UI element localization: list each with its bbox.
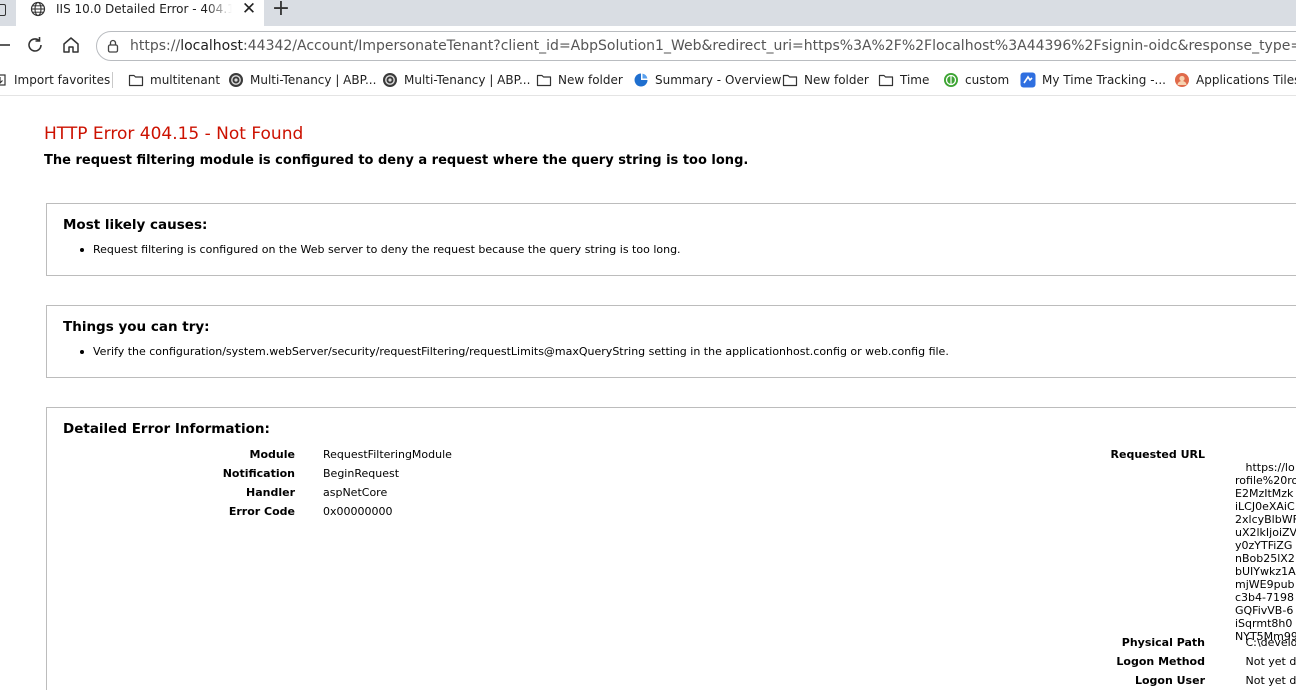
list-item: Verify the configuration/system.webServe…	[80, 345, 949, 358]
url-line: https://lo	[1235, 461, 1295, 474]
home-icon[interactable]	[60, 34, 82, 56]
likely-causes-section: Most likely causes: Request filtering is…	[46, 203, 1296, 276]
favorite-label: Multi-Tenancy | ABP...	[250, 73, 377, 87]
error-title: HTTP Error 404.15 - Not Found	[44, 124, 304, 144]
site-info-lock-icon[interactable]	[105, 38, 121, 54]
summary-overview-icon	[634, 73, 648, 87]
likely-causes-list: Request filtering is configured on the W…	[80, 243, 681, 257]
globe-icon	[30, 1, 46, 17]
module-label: Module	[249, 448, 295, 461]
requested-url-value: https://lo rofile%20ro E2MzItMzk iLCJ0eXAiC…	[1235, 461, 1296, 643]
things-to-try-section: Things you can try: Verify the configura…	[46, 305, 1296, 378]
previous-tab-sliver[interactable]	[0, 0, 14, 26]
url-line: iSqrmt8h0	[1235, 617, 1293, 630]
navigation-bar: https://localhost:44342/Account/Imperson…	[0, 26, 1296, 64]
url-line: nBob25lX2	[1235, 552, 1295, 565]
address-bar[interactable]: https://localhost:44342/Account/Imperson…	[96, 31, 1296, 61]
abp-logo-icon	[229, 73, 243, 87]
url-line: c3b4-7198	[1235, 591, 1294, 604]
favorites-separator	[112, 72, 113, 88]
time-tracking-icon	[1020, 72, 1036, 88]
things-to-try-list: Verify the configuration/system.webServe…	[80, 345, 949, 359]
physical-path-text: C:\develo	[1245, 636, 1296, 649]
url-text[interactable]: https://localhost:44342/Account/Imperson…	[130, 37, 1296, 55]
folder-icon	[878, 74, 894, 87]
favorite-label: multitenant	[150, 73, 221, 87]
reload-icon[interactable]	[24, 34, 46, 56]
notification-value: BeginRequest	[323, 467, 400, 480]
url-line: E2MzItMzk	[1235, 487, 1294, 500]
requested-url-label: Requested URL	[1110, 448, 1205, 461]
favorite-label: Time	[900, 73, 930, 87]
detailed-error-section: Detailed Error Information: Module Reque…	[46, 407, 1296, 690]
favorites-bar: Import favorites multitenant Multi-Tenan…	[0, 64, 1296, 96]
favorite-label: Multi-Tenancy | ABP...	[404, 73, 531, 87]
list-item: Request filtering is configured on the W…	[80, 243, 681, 256]
page-content: HTTP Error 404.15 - Not Found The reques…	[0, 97, 1296, 690]
url-line: uX2lkIjoiZV	[1235, 526, 1296, 539]
folder-icon	[536, 74, 552, 87]
logon-user-value: Not yet d	[1235, 674, 1296, 688]
url-rest: :44342/Account/ImpersonateTenant?client_…	[243, 38, 1296, 54]
logon-method-text: Not yet d	[1245, 655, 1296, 668]
notification-label: Notification	[222, 467, 295, 480]
applications-tiles-icon	[1175, 73, 1189, 87]
favorite-label: Applications Tiles -	[1196, 73, 1296, 87]
logon-user-label: Logon User	[1134, 674, 1205, 687]
physical-path-value: C:\develo	[1235, 636, 1296, 650]
logon-method-label: Logon Method	[1116, 655, 1205, 668]
custom-green-icon	[944, 73, 958, 87]
tab-strip: IIS 10.0 Detailed Error - 404.15 - Not F…	[0, 0, 1296, 26]
favorite-label: New folder	[558, 73, 623, 87]
detailed-error-heading: Detailed Error Information:	[63, 421, 270, 437]
logon-user-text: Not yet d	[1245, 674, 1296, 687]
folder-icon	[128, 74, 144, 87]
url-line: GQFivVB-6	[1235, 604, 1294, 617]
url-line: iLCJ0eXAiC	[1235, 500, 1295, 513]
error-code-value: 0x00000000	[323, 505, 393, 518]
module-value: RequestFilteringModule	[323, 448, 452, 461]
url-line: bUIYwkz1A	[1235, 565, 1296, 578]
url-prefix: https://	[130, 38, 181, 54]
favorite-label: My Time Tracking -...	[1042, 73, 1166, 87]
back-arrow-icon[interactable]	[0, 34, 14, 56]
handler-value: aspNetCore	[323, 486, 388, 499]
abp-logo-icon	[383, 73, 397, 87]
import-favorites-icon	[0, 74, 6, 86]
favorite-label: custom	[965, 73, 1010, 87]
url-line: y0zYTFiZG	[1235, 539, 1293, 552]
url-line: rofile%20ro	[1235, 474, 1296, 487]
error-code-label: Error Code	[228, 505, 295, 518]
favorite-label: Summary - Overview	[655, 73, 782, 87]
tab-title: IIS 10.0 Detailed Error - 404.15 - Not F…	[56, 2, 232, 16]
url-line: mjWE9pub	[1235, 578, 1295, 591]
physical-path-label: Physical Path	[1121, 636, 1205, 649]
favorite-label: New folder	[804, 73, 869, 87]
handler-label: Handler	[246, 486, 295, 499]
things-to-try-heading: Things you can try:	[63, 319, 210, 335]
error-description: The request filtering module is configur…	[44, 153, 749, 168]
url-host: localhost	[180, 38, 244, 54]
url-line: 2xlcyBlbWF	[1235, 513, 1296, 526]
favorite-label: Import favorites	[14, 73, 111, 87]
logon-method-value: Not yet d	[1235, 655, 1296, 669]
new-tab-button[interactable]: +	[270, 0, 292, 20]
folder-icon	[782, 74, 798, 87]
tab-actions-icon	[0, 4, 6, 16]
close-tab-button[interactable]: ✕	[240, 0, 258, 18]
active-tab[interactable]: IIS 10.0 Detailed Error - 404.15 - Not F…	[16, 0, 264, 26]
likely-causes-heading: Most likely causes:	[63, 217, 208, 233]
